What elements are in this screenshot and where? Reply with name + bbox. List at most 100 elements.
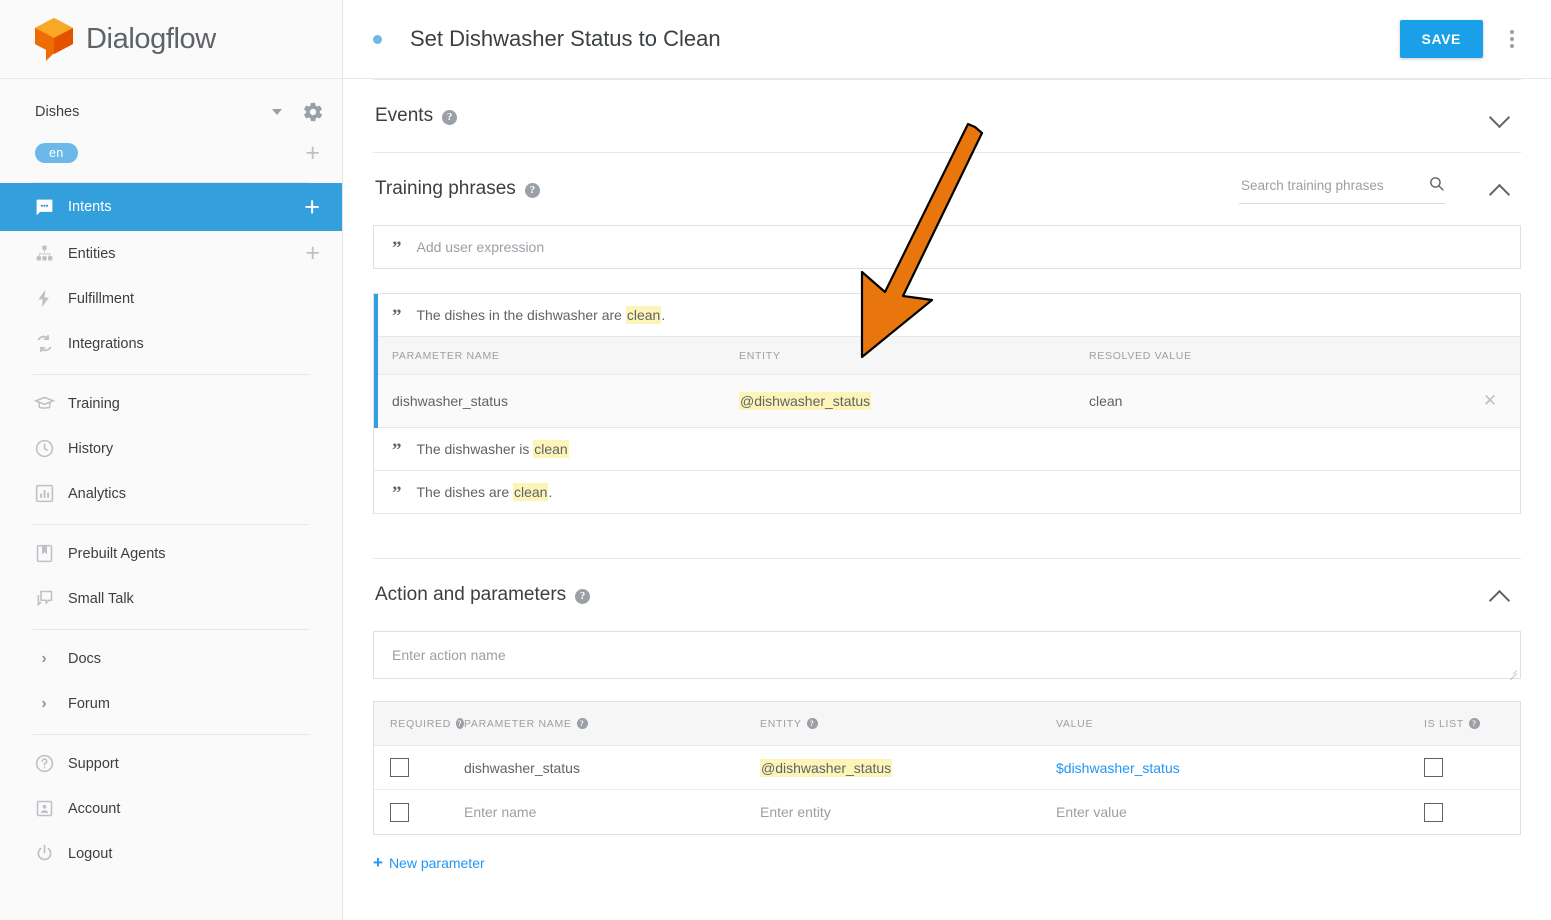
training-phrase-row[interactable]: ” The dishwasher is clean: [374, 428, 1520, 471]
help-circle-icon[interactable]: ?: [575, 589, 590, 604]
sidebar-item-label: Training: [68, 396, 320, 412]
quote-icon: ”: [392, 484, 401, 503]
entity-input[interactable]: Enter entity: [760, 804, 1056, 820]
action-name-placeholder: Enter action name: [392, 647, 506, 663]
sidebar-item-history[interactable]: History: [0, 426, 342, 471]
training-phrase-text: The dishes in the dishwasher are clean.: [417, 307, 666, 323]
cell-parameter-name[interactable]: dishwasher_status: [392, 393, 739, 409]
sidebar-item-analytics[interactable]: Analytics: [0, 471, 342, 516]
parameter-name-cell[interactable]: dishwasher_status: [464, 760, 760, 776]
sidebar-item-intents[interactable]: Intents +: [0, 183, 342, 231]
sidebar-item-label: Analytics: [68, 486, 320, 502]
phrase-prefix: The dishes are: [417, 484, 514, 500]
book-icon: [33, 543, 55, 565]
sidebar-item-label: Prebuilt Agents: [68, 546, 320, 562]
quote-icon: ”: [392, 441, 401, 460]
phrase-parameter-table: PARAMETER NAME ENTITY RESOLVED VALUE dis…: [378, 337, 1520, 428]
project-name: Dishes: [35, 104, 272, 120]
training-phrase-block: ” The dishes are clean.: [374, 471, 1520, 514]
training-phrase-row[interactable]: ” The dishes in the dishwasher are clean…: [378, 294, 1520, 337]
speech-windows-icon: [33, 588, 55, 610]
cell-entity[interactable]: @dishwasher_status: [739, 393, 1089, 409]
is-list-checkbox[interactable]: [1424, 758, 1443, 777]
entity-highlight[interactable]: clean: [626, 306, 661, 324]
action-parameters-section-header: Action and parameters ?: [373, 559, 1521, 631]
search-input[interactable]: [1239, 177, 1428, 194]
sidebar-item-entities[interactable]: Entities +: [0, 231, 342, 276]
value-input[interactable]: Enter value: [1056, 804, 1424, 820]
help-circle-icon[interactable]: ?: [525, 183, 540, 198]
save-button[interactable]: SAVE: [1400, 20, 1484, 58]
page-title: Set Dishwasher Status to Clean: [410, 26, 1400, 52]
sidebar-item-label: Support: [68, 756, 320, 772]
main-panel: Set Dishwasher Status to Clean SAVE Even…: [343, 0, 1551, 920]
divider: [33, 524, 309, 525]
sidebar-item-forum[interactable]: › Forum: [0, 681, 342, 726]
sidebar-item-training[interactable]: Training: [0, 381, 342, 426]
entity-highlight[interactable]: clean: [513, 483, 548, 501]
sidebar-item-label: History: [68, 441, 320, 457]
dialogflow-console: Dialogflow Dishes en +: [0, 0, 1551, 920]
training-phrase-text: The dishwasher is clean: [417, 441, 569, 457]
vertical-dots-icon[interactable]: [1497, 30, 1527, 48]
project-selector[interactable]: Dishes: [0, 92, 342, 132]
cell-resolved-value[interactable]: clean: [1089, 393, 1460, 409]
training-phrase-row[interactable]: ” The dishes are clean.: [374, 471, 1520, 514]
language-chip-en[interactable]: en: [35, 143, 78, 164]
events-section-header[interactable]: Events ?: [373, 80, 1521, 152]
add-language-plus-icon[interactable]: +: [305, 141, 320, 166]
is-list-checkbox[interactable]: [1424, 803, 1443, 822]
caret-down-icon[interactable]: [272, 109, 282, 115]
dialogflow-cube-icon: [33, 16, 75, 62]
account-box-icon: [33, 798, 55, 820]
bar-chart-icon: [33, 483, 55, 505]
required-checkbox[interactable]: [390, 758, 409, 777]
entity-cell[interactable]: @dishwasher_status: [760, 759, 1056, 777]
chevron-up-icon[interactable]: [1487, 582, 1513, 608]
resize-handle[interactable]: [1508, 666, 1517, 675]
chevron-right-icon: ›: [33, 648, 55, 670]
intent-editor: Events ? Training phrases ?: [343, 79, 1551, 871]
sidebar-item-fulfillment[interactable]: Fulfillment: [0, 276, 342, 321]
chevron-down-icon[interactable]: [1487, 103, 1513, 129]
col-parameter-name-label: PARAMETER NAME: [464, 718, 572, 730]
required-checkbox[interactable]: [390, 803, 409, 822]
chevron-up-icon[interactable]: [1487, 176, 1513, 202]
col-entity-label: ENTITY: [760, 718, 802, 730]
close-x-icon[interactable]: ✕: [1460, 391, 1520, 411]
sidebar-item-label: Logout: [68, 846, 320, 862]
phrase-prefix: The dishwasher is: [417, 441, 534, 457]
help-circle-icon[interactable]: ?: [1469, 718, 1480, 729]
sidebar-item-docs[interactable]: › Docs: [0, 636, 342, 681]
sidebar-item-small-talk[interactable]: Small Talk: [0, 576, 342, 621]
add-entity-plus-icon[interactable]: +: [305, 241, 320, 266]
help-circle-icon[interactable]: ?: [577, 718, 588, 729]
sidebar-item-logout[interactable]: Logout: [0, 831, 342, 876]
quote-icon: ”: [392, 239, 401, 258]
add-user-expression-input[interactable]: ” Add user expression: [373, 225, 1521, 269]
graduation-cap-icon: [33, 393, 55, 415]
sidebar-item-support[interactable]: Support: [0, 741, 342, 786]
col-required-label: REQUIRED: [390, 718, 451, 730]
table-row: Enter name Enter entity Enter value: [374, 790, 1520, 834]
sidebar-item-prebuilt-agents[interactable]: Prebuilt Agents: [0, 531, 342, 576]
col-is-list: IS LIST?: [1424, 718, 1520, 730]
parameter-name-input[interactable]: Enter name: [464, 804, 760, 820]
help-circle-icon[interactable]: ?: [442, 110, 457, 125]
sidebar-item-account[interactable]: Account: [0, 786, 342, 831]
new-parameter-button[interactable]: + New parameter: [373, 854, 485, 871]
help-circle-icon[interactable]: ?: [456, 718, 464, 729]
search-icon[interactable]: [1428, 175, 1445, 197]
sidebar-item-integrations[interactable]: Integrations: [0, 321, 342, 366]
value-cell[interactable]: $dishwasher_status: [1056, 760, 1424, 776]
required-cell: [374, 758, 464, 777]
action-name-input[interactable]: Enter action name: [373, 631, 1521, 679]
add-intent-plus-icon[interactable]: +: [304, 194, 320, 221]
search-training-phrases[interactable]: [1239, 175, 1445, 204]
parameters-table: REQUIRED? PARAMETER NAME? ENTITY? VALUE …: [373, 701, 1521, 835]
brand-logo[interactable]: Dialogflow: [0, 0, 342, 79]
gear-icon[interactable]: [302, 101, 324, 123]
help-circle-icon[interactable]: ?: [807, 718, 818, 729]
entity-highlight[interactable]: clean: [533, 440, 568, 458]
col-parameter-name: PARAMETER NAME: [392, 350, 739, 362]
